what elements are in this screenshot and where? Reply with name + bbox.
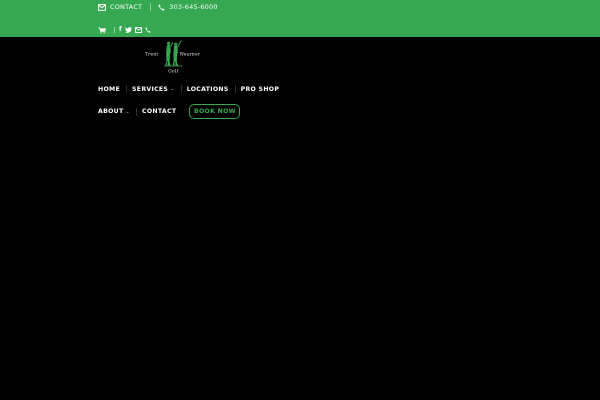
nav-contact[interactable]: CONTACT xyxy=(142,108,176,115)
chevron-down-icon: ⌄ xyxy=(125,108,131,115)
nav-services-label: SERVICES xyxy=(132,85,169,93)
chevron-down-icon: ⌄ xyxy=(170,86,175,92)
divider xyxy=(114,27,115,33)
book-now-button[interactable]: BOOK NOW xyxy=(189,104,241,119)
logo-text-left: Trent xyxy=(145,53,158,58)
cart-icon[interactable] xyxy=(98,26,106,34)
contact-row: CONTACT 303-645-6000 xyxy=(98,1,218,13)
nav-about[interactable]: ABOUT ⌄ xyxy=(98,108,130,115)
contact-label: CONTACT xyxy=(110,3,143,11)
twitter-icon[interactable] xyxy=(124,27,132,33)
nav-services[interactable]: SERVICES ⌄ xyxy=(132,86,175,93)
email-icon[interactable] xyxy=(134,27,142,33)
phone-icon[interactable] xyxy=(144,27,151,33)
contact-link[interactable]: CONTACT xyxy=(98,3,142,11)
phone-number: 303-645-6000 xyxy=(169,3,218,11)
top-bar: CONTACT 303-645-6000 f xyxy=(0,0,600,37)
divider xyxy=(180,85,182,93)
site-logo[interactable]: Trent Wearner Golf xyxy=(142,39,204,75)
divider xyxy=(234,85,236,93)
facebook-icon[interactable]: f xyxy=(119,26,122,34)
logo-text-bottom: Golf xyxy=(168,69,178,74)
phone-icon xyxy=(158,3,165,11)
main-nav-row-1: HOME SERVICES ⌄ LOCATIONS PRO SHOP xyxy=(98,84,279,94)
divider xyxy=(150,3,152,11)
logo-text-right: Wearner xyxy=(180,53,201,58)
divider xyxy=(126,85,128,93)
nav-about-label: ABOUT xyxy=(98,108,124,115)
main-nav-row-2: ABOUT ⌄ CONTACT BOOK NOW xyxy=(98,104,241,119)
nav-locations[interactable]: LOCATIONS xyxy=(187,86,229,93)
divider xyxy=(136,107,138,116)
envelope-icon xyxy=(98,3,106,11)
phone-link[interactable]: 303-645-6000 xyxy=(158,3,217,11)
nav-home[interactable]: HOME xyxy=(98,86,120,93)
nav-pro-shop[interactable]: PRO SHOP xyxy=(241,86,280,93)
social-row: f xyxy=(98,26,154,34)
